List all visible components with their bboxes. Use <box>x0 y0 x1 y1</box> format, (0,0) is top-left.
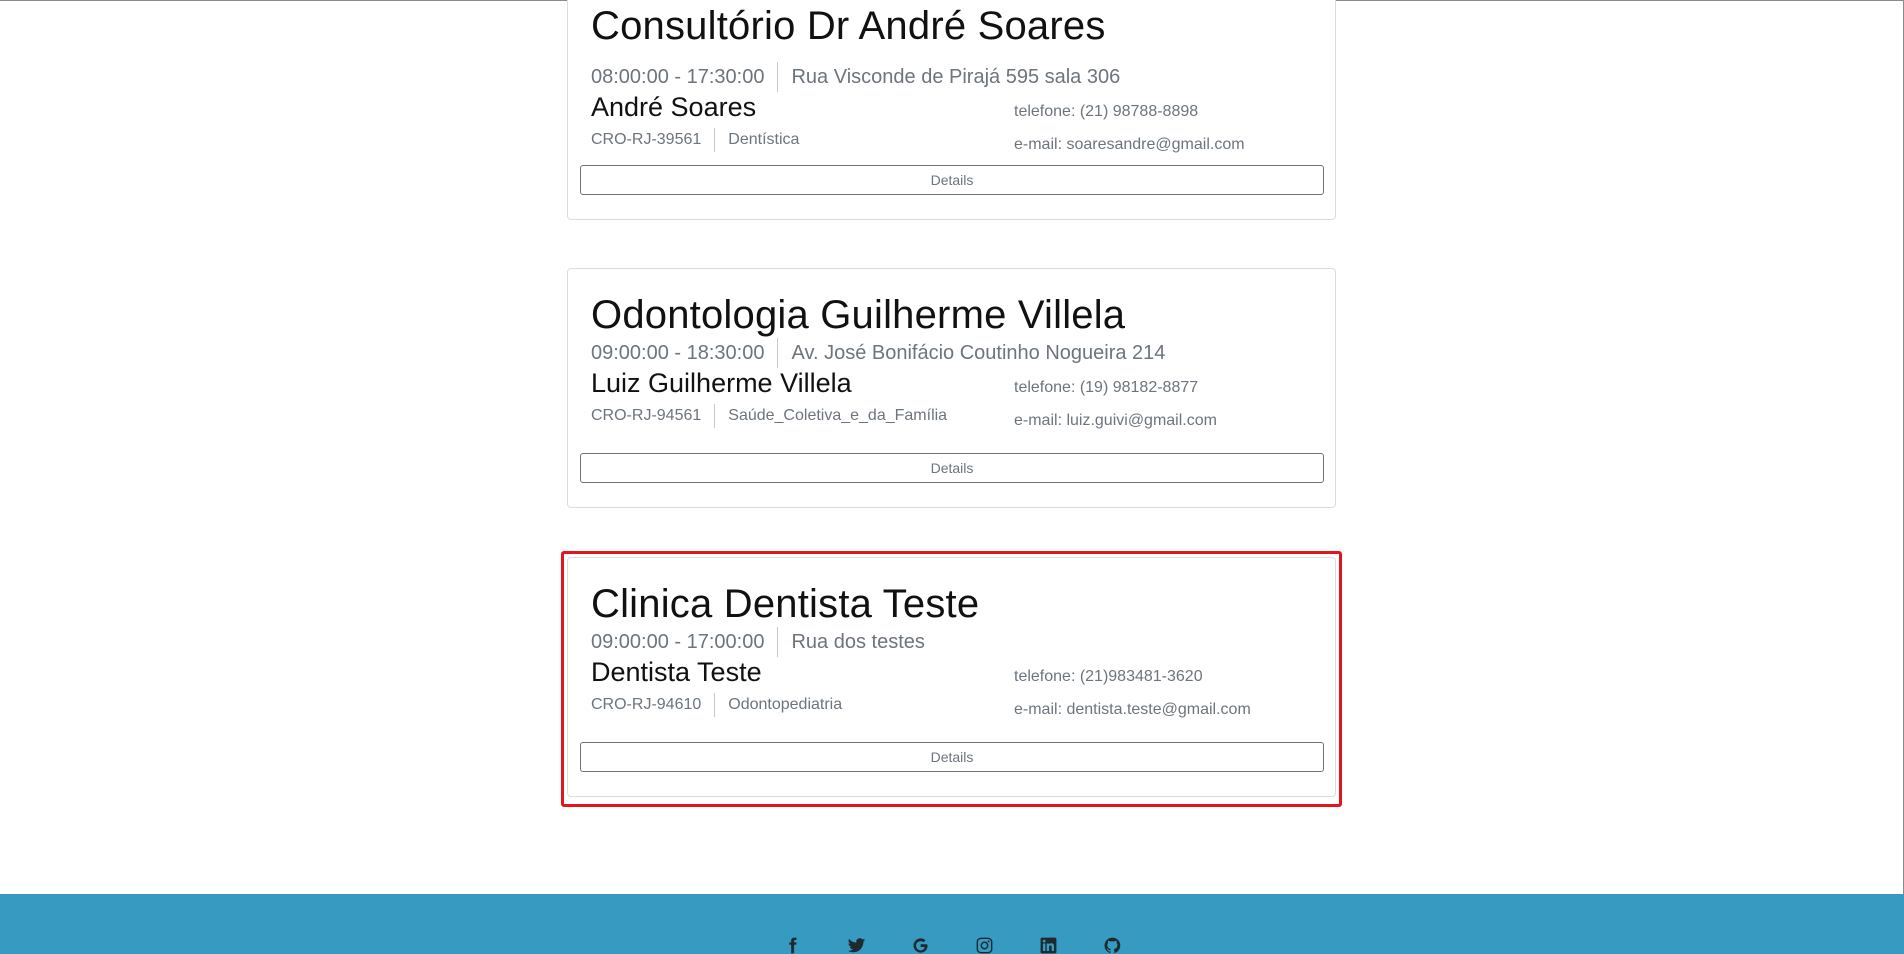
clinic-hours: 09:00:00 - 18:30:00 <box>591 341 765 364</box>
dentist-email: e-mail: soaresandre@gmail.com <box>1014 136 1245 153</box>
details-button[interactable]: Details <box>580 165 1324 195</box>
divider <box>714 693 716 717</box>
clinic-name: Odontologia Guilherme Villela <box>591 293 1126 337</box>
footer <box>0 894 1904 954</box>
facebook-icon[interactable] <box>760 933 824 954</box>
divider <box>714 404 716 428</box>
github-icon[interactable] <box>1080 933 1144 954</box>
twitter-icon[interactable] <box>824 933 888 954</box>
dentist-name: André Soares <box>591 92 757 122</box>
dentist-cro: CRO-RJ-94610 <box>591 696 702 713</box>
clinic-name: Consultório Dr André Soares <box>591 4 1106 48</box>
clinic-card: Consultório Dr André Soares 08:00:00 - 1… <box>567 0 1336 220</box>
clinic-address: Rua dos testes <box>791 630 925 653</box>
divider <box>777 62 779 92</box>
dentist-specialty: Dentística <box>728 131 800 148</box>
hours-address-row: 09:00:00 - 17:00:00 Rua dos testes <box>591 627 925 657</box>
clinic-hours: 08:00:00 - 17:30:00 <box>591 65 765 88</box>
clinic-hours: 09:00:00 - 17:00:00 <box>591 630 765 653</box>
cro-specialty-row: CRO-RJ-39561 Dentística <box>591 128 799 152</box>
instagram-icon[interactable] <box>952 933 1016 954</box>
dentist-specialty: Odontopediatria <box>728 696 843 713</box>
social-links <box>0 933 1904 954</box>
dentist-email: e-mail: dentista.teste@gmail.com <box>1014 701 1251 718</box>
dentist-phone: telefone: (21)983481-3620 <box>1014 668 1203 685</box>
dentist-name: Dentista Teste <box>591 657 762 687</box>
hours-address-row: 09:00:00 - 18:30:00 Av. José Bonifácio C… <box>591 338 1165 368</box>
dentist-cro: CRO-RJ-94561 <box>591 407 702 424</box>
hours-address-row: 08:00:00 - 17:30:00 Rua Visconde de Pira… <box>591 62 1120 92</box>
dentist-phone: telefone: (19) 98182-8877 <box>1014 379 1199 396</box>
linkedin-icon[interactable] <box>1016 933 1080 954</box>
page: Consultório Dr André Soares 08:00:00 - 1… <box>0 0 1904 954</box>
divider <box>777 338 779 368</box>
cro-specialty-row: CRO-RJ-94610 Odontopediatria <box>591 693 842 717</box>
dentist-phone: telefone: (21) 98788-8898 <box>1014 103 1199 120</box>
dentist-specialty: Saúde_Coletiva_e_da_Família <box>728 407 948 424</box>
clinic-address: Rua Visconde de Pirajá 595 sala 306 <box>791 65 1121 88</box>
divider <box>714 128 716 152</box>
details-button[interactable]: Details <box>580 453 1324 483</box>
clinic-card: Odontologia Guilherme Villela 09:00:00 -… <box>567 268 1336 508</box>
google-icon[interactable] <box>888 933 952 954</box>
clinic-address: Av. José Bonifácio Coutinho Nogueira 214 <box>791 341 1166 364</box>
dentist-cro: CRO-RJ-39561 <box>591 131 702 148</box>
cro-specialty-row: CRO-RJ-94561 Saúde_Coletiva_e_da_Família <box>591 404 947 428</box>
clinic-card-highlighted: Clinica Dentista Teste 09:00:00 - 17:00:… <box>567 557 1336 797</box>
clinic-name: Clinica Dentista Teste <box>591 582 980 626</box>
divider <box>777 627 779 657</box>
dentist-email: e-mail: luiz.guivi@gmail.com <box>1014 412 1217 429</box>
dentist-name: Luiz Guilherme Villela <box>591 368 852 398</box>
details-button[interactable]: Details <box>580 742 1324 772</box>
